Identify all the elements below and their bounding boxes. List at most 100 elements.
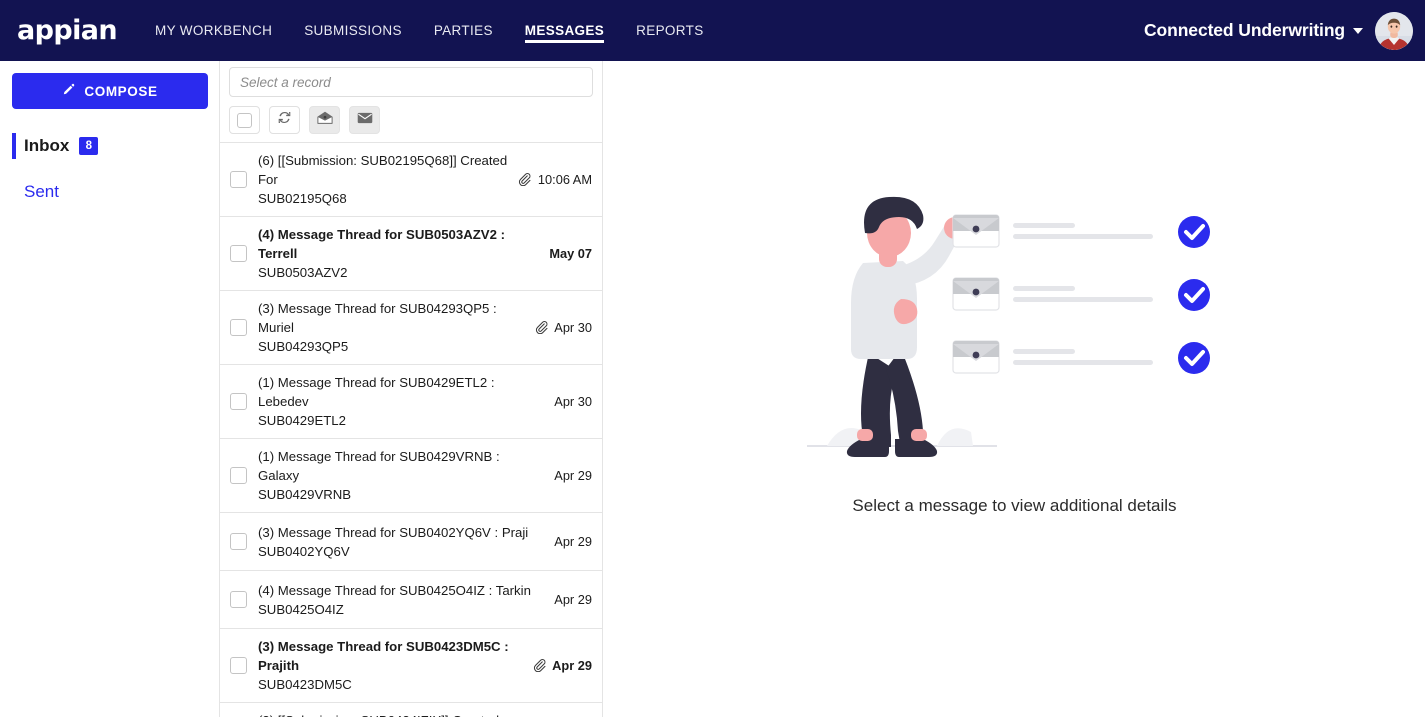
row-checkbox[interactable]: [230, 171, 247, 188]
message-date: Apr 29: [554, 534, 592, 549]
table-row[interactable]: (3) Message Thread for SUB04293QP5 : Mur…: [220, 291, 602, 365]
avatar[interactable]: [1375, 11, 1413, 50]
message-row-body: (3) Message Thread for SUB04293QP5 : Mur…: [258, 299, 524, 356]
refresh-icon: [277, 110, 292, 130]
message-date: Apr 30: [554, 320, 592, 335]
nav-item-submissions[interactable]: SUBMISSIONS: [288, 0, 418, 61]
mark-read-button[interactable]: [309, 106, 340, 134]
message-list-toolbar: [220, 97, 602, 143]
sidebar-item-label-inbox: Inbox: [24, 136, 70, 155]
main-nav-links: MY WORKBENCH SUBMISSIONS PARTIES MESSAGE…: [139, 0, 720, 61]
sidebar-item-label-sent: Sent: [24, 182, 59, 201]
message-date: Apr 29: [554, 468, 592, 483]
inbox-unread-badge: 8: [79, 137, 99, 155]
select-all-checkbox[interactable]: [229, 106, 260, 134]
envelope-open-icon: [316, 111, 333, 130]
message-subject: (3) Message Thread for SUB0402YQ6V : Pra…: [258, 524, 529, 540]
message-detail-pane: Select a message to view additional deta…: [604, 61, 1425, 717]
message-reference: SUB02195Q68: [258, 191, 347, 206]
message-subject: (3) Message Thread for SUB04293QP5 : Mur…: [258, 301, 497, 335]
message-subject: (4) Message Thread for SUB0503AZV2 : Ter…: [258, 227, 505, 261]
empty-state-message: Select a message to view additional deta…: [852, 496, 1177, 515]
top-navigation-bar: appian MY WORKBENCH SUBMISSIONS PARTIES …: [0, 0, 1425, 61]
message-reference: SUB0423DM5C: [258, 677, 352, 692]
message-meta: May 07: [547, 246, 592, 261]
message-subject: (1) Message Thread for SUB0429ETL2 : Leb…: [258, 375, 495, 409]
row-checkbox[interactable]: [230, 467, 247, 484]
envelope-closed-icon: [357, 111, 373, 129]
nav-item-messages[interactable]: MESSAGES: [509, 0, 620, 61]
message-list-panel: Select a record (6) [[Submission: SUB021…: [219, 61, 603, 717]
message-subject: (6) [[Submission: SUB02195Q68]] Created …: [258, 153, 508, 187]
row-checkbox[interactable]: [230, 245, 247, 262]
message-subject: (4) Message Thread for SUB0425O4IZ : Tar…: [258, 582, 531, 598]
row-checkbox[interactable]: [230, 393, 247, 410]
row-checkbox[interactable]: [230, 657, 247, 674]
mark-unread-button[interactable]: [349, 106, 380, 134]
row-checkbox[interactable]: [230, 591, 247, 608]
record-select-input[interactable]: Select a record: [229, 67, 593, 97]
message-row-body: (3) [[Submission: SUB0424IZIX]] Created …: [258, 711, 524, 717]
compose-button[interactable]: COMPOSE: [12, 73, 208, 109]
pencil-icon: [62, 83, 76, 100]
table-row[interactable]: (3) [[Submission: SUB0424IZIX]] Created …: [220, 703, 602, 717]
message-row-body: (1) Message Thread for SUB0429VRNB : Gal…: [258, 447, 544, 504]
message-reference: SUB0503AZV2: [258, 265, 348, 280]
message-date: May 07: [549, 246, 592, 261]
message-reference: SUB04293QP5: [258, 339, 349, 354]
appian-logo[interactable]: appian: [17, 15, 118, 46]
table-row[interactable]: (4) Message Thread for SUB0425O4IZ : Tar…: [220, 571, 602, 629]
message-subject: (3) [[Submission: SUB0424IZIX]] Created …: [258, 711, 524, 717]
refresh-button[interactable]: [269, 106, 300, 134]
message-meta: 10:06 AM: [516, 172, 592, 187]
attachment-icon: [534, 321, 548, 334]
row-checkbox[interactable]: [230, 533, 247, 550]
row-checkbox[interactable]: [230, 319, 247, 336]
message-reference: SUB0429ETL2: [258, 413, 346, 428]
attachment-icon: [532, 659, 546, 672]
table-row[interactable]: (1) Message Thread for SUB0429VRNB : Gal…: [220, 439, 602, 513]
message-row-body: (3) Message Thread for SUB0423DM5C : Pra…: [258, 637, 522, 694]
nav-item-parties[interactable]: PARTIES: [418, 0, 509, 61]
nav-item-reports[interactable]: REPORTS: [620, 0, 719, 61]
message-meta: Apr 29: [552, 468, 592, 483]
message-date: Apr 29: [554, 592, 592, 607]
message-subject: (1) Message Thread for SUB0429VRNB : Gal…: [258, 449, 500, 483]
message-row-body: (1) Message Thread for SUB0429ETL2 : Leb…: [258, 373, 544, 430]
message-reference: SUB0402YQ6V: [258, 543, 350, 559]
message-row-body: (6) [[Submission: SUB02195Q68]] Created …: [258, 151, 508, 208]
sidebar-item-inbox[interactable]: Inbox 8: [12, 131, 207, 161]
chevron-down-icon[interactable]: [1353, 27, 1363, 34]
checkbox-icon: [237, 112, 252, 128]
folder-list: Inbox 8 Sent: [12, 131, 207, 207]
nav-right-cluster: Connected Underwriting: [1144, 11, 1413, 50]
message-date: Apr 29: [552, 658, 592, 673]
message-meta: Apr 30: [552, 394, 592, 409]
message-meta: Apr 29: [552, 592, 592, 607]
message-row-body: (3) Message Thread for SUB0402YQ6V : Pra…: [258, 523, 544, 561]
message-subject: (3) Message Thread for SUB0423DM5C : Pra…: [258, 639, 509, 673]
message-list[interactable]: (6) [[Submission: SUB02195Q68]] Created …: [220, 143, 602, 717]
left-sidebar: COMPOSE Inbox 8 Sent: [0, 61, 219, 717]
record-select-placeholder: Select a record: [240, 74, 331, 90]
table-row[interactable]: (4) Message Thread for SUB0503AZV2 : Ter…: [220, 217, 602, 291]
sidebar-item-sent[interactable]: Sent: [12, 177, 207, 207]
message-date: 10:06 AM: [537, 172, 592, 187]
person-sorting-mail-illustration: [805, 171, 1225, 466]
message-reference: SUB0429VRNB: [258, 487, 352, 502]
table-row[interactable]: (6) [[Submission: SUB02195Q68]] Created …: [220, 143, 602, 217]
compose-label: COMPOSE: [84, 83, 158, 99]
message-meta: Apr 29: [552, 534, 592, 549]
message-date: Apr 30: [554, 394, 592, 409]
table-row[interactable]: (3) Message Thread for SUB0423DM5C : Pra…: [220, 629, 602, 703]
message-meta: Apr 29: [530, 658, 592, 673]
attachment-icon: [518, 173, 532, 186]
table-row[interactable]: (3) Message Thread for SUB0402YQ6V : Pra…: [220, 513, 602, 571]
brand-label: appian: [17, 15, 118, 46]
message-row-body: (4) Message Thread for SUB0503AZV2 : Ter…: [258, 225, 539, 282]
message-row-body: (4) Message Thread for SUB0425O4IZ : Tar…: [258, 581, 544, 619]
organization-name[interactable]: Connected Underwriting: [1144, 20, 1345, 41]
nav-item-my-workbench[interactable]: MY WORKBENCH: [139, 0, 288, 61]
message-reference: SUB0425O4IZ: [258, 601, 344, 617]
table-row[interactable]: (1) Message Thread for SUB0429ETL2 : Leb…: [220, 365, 602, 439]
